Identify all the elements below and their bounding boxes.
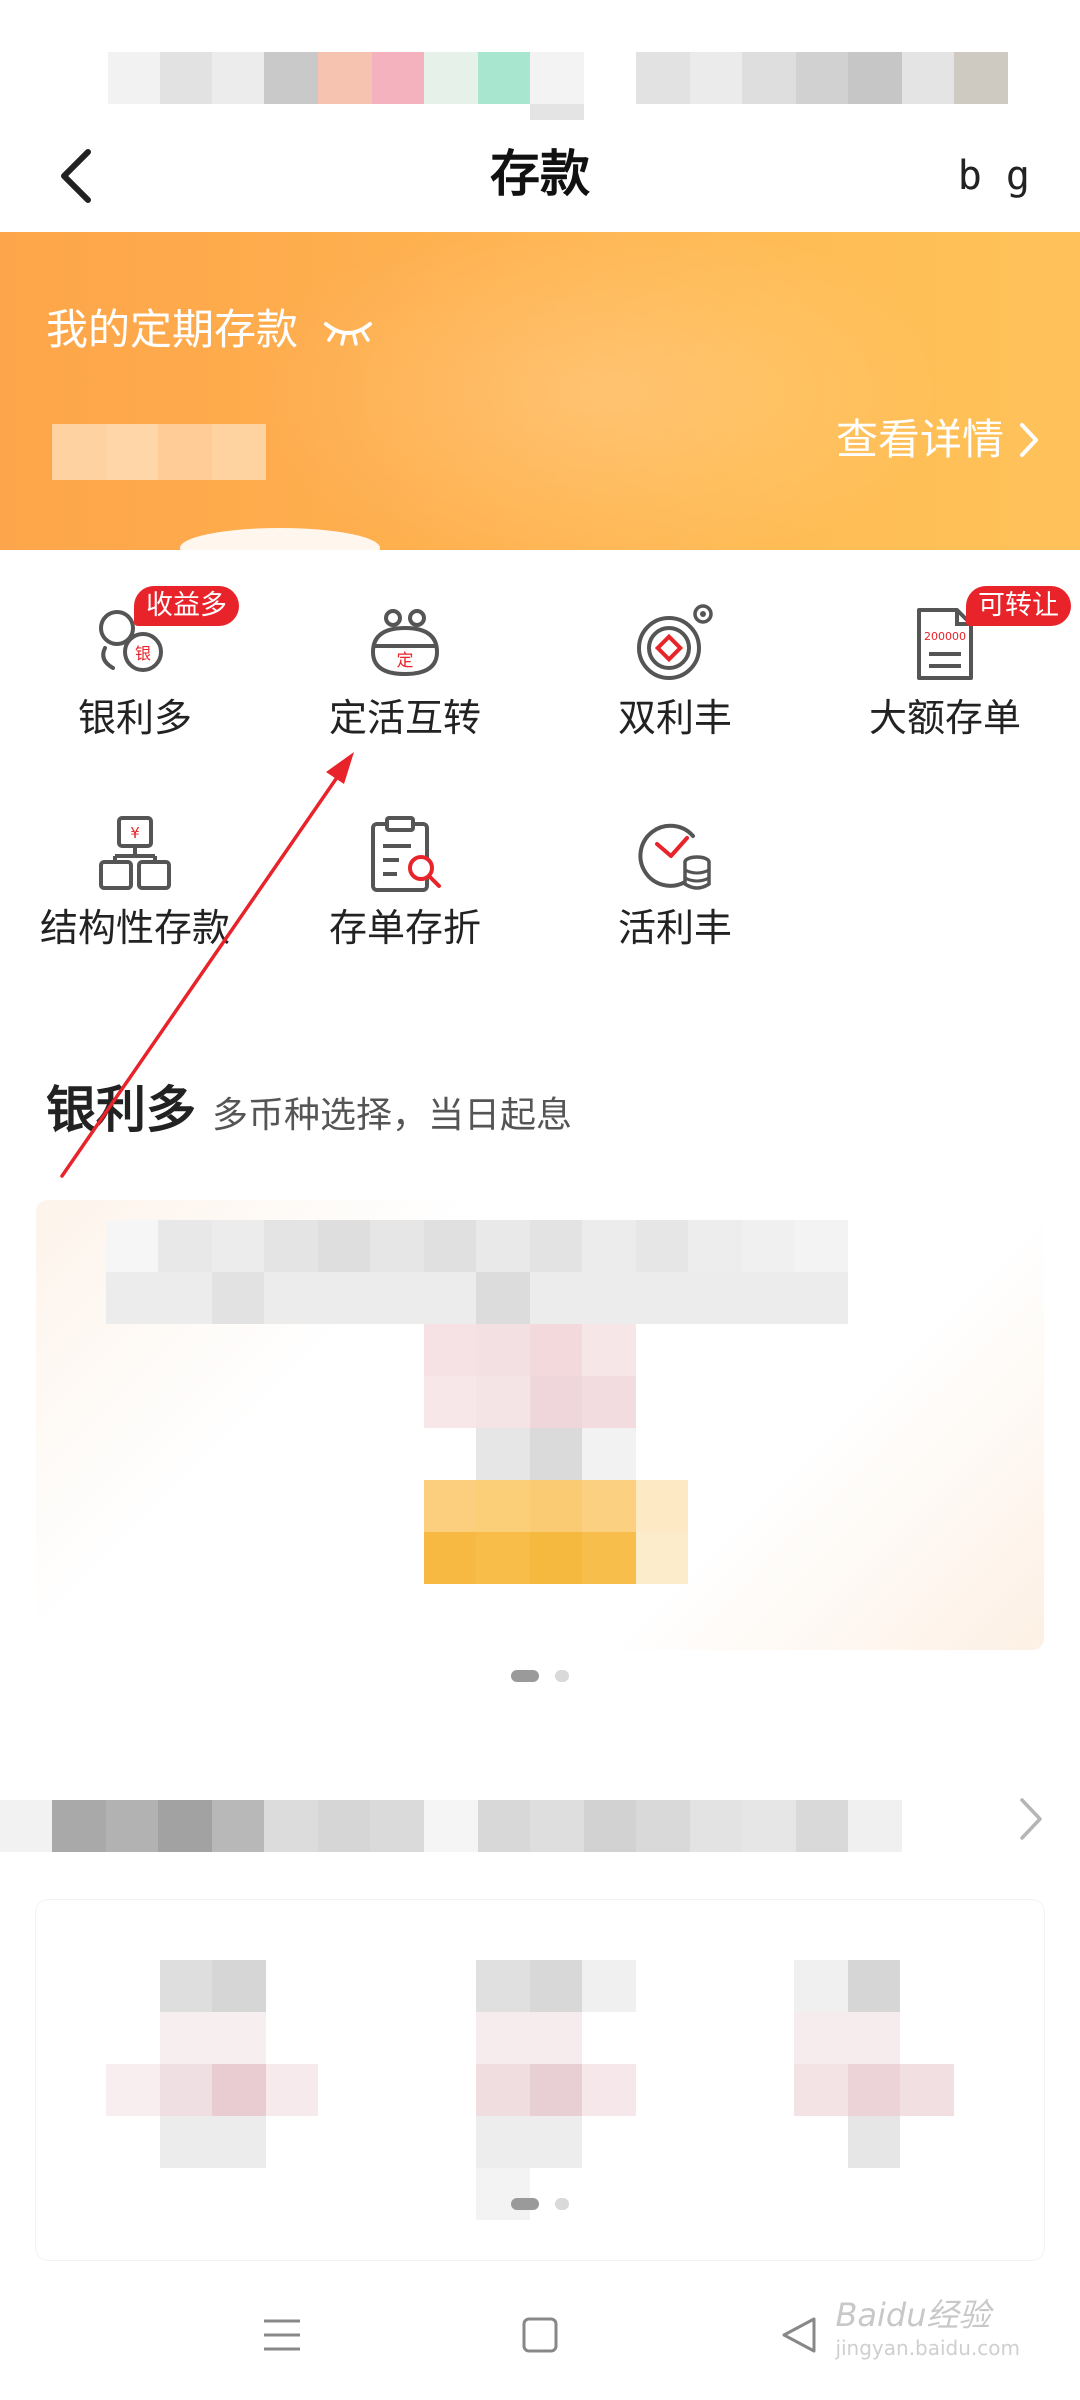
grid-item-shuanglifeng[interactable]: 双利丰 [540,580,810,770]
second-section-header[interactable] [0,1790,1080,1854]
banner-decoration [180,528,380,550]
purse-icon: 定 [370,609,440,677]
grid-item-label: 大额存单 [868,696,1021,740]
carousel-dot[interactable] [555,2198,569,2210]
passbook-search-icon [371,816,441,892]
structure-icon: ¥ [99,816,171,890]
eye-closed-icon[interactable] [322,314,374,348]
square-icon [522,2317,558,2353]
carousel-indicator-1 [0,1670,1080,1682]
grid-item-large-cd[interactable]: 200000 可转让 大额存单 [810,580,1080,770]
chevron-right-icon [1020,423,1038,457]
grid-item-label: 银利多 [77,696,192,740]
watermark-brand: Baidu经验 [835,2296,991,2334]
section-heading: 银利多 多币种选择，当日起息 [46,1070,572,1142]
product-card-carousel[interactable] [36,1200,1044,1650]
triangle-back-icon [782,2317,816,2353]
carousel-dot-active[interactable] [511,2198,539,2210]
grid-item-yinliduo[interactable]: 银 收益多 银利多 [0,580,270,770]
svg-text:200000: 200000 [924,630,966,643]
grid-item-label: 存单存折 [328,906,481,950]
watermark-url: jingyan.baidu.com [835,2336,1020,2360]
grid-item-dinghuo-huzhuan[interactable]: 定 定活互转 [270,580,540,770]
grid-item-label: 结构性存款 [39,906,230,950]
carousel-dot-active[interactable] [511,1670,539,1682]
svg-text:银: 银 [135,644,151,663]
double-coin-icon [637,604,713,680]
fixed-deposit-banner[interactable]: 我的定期存款 查看详情 [0,232,1080,550]
watermark: Baidu经验 jingyan.baidu.com [835,2290,1020,2360]
banner-shine [250,232,950,550]
chevron-right-icon [1020,1798,1042,1840]
grid-item-huolifeng[interactable]: 活利丰 [540,790,810,980]
badge-transferable: 可转让 [966,586,1071,626]
back-system-button[interactable] [770,2310,830,2360]
menu-button[interactable] [252,2310,312,2360]
hidden-balance [52,424,266,480]
status-bar [0,0,1080,126]
view-details-link[interactable]: 查看详情 [836,410,1040,470]
svg-text:定: 定 [397,651,414,671]
badge-high-yield: 收益多 [134,586,239,626]
view-details-label: 查看详情 [835,415,1004,464]
grid-item-label: 双利丰 [617,696,732,740]
grid-item-cd-passbook[interactable]: 存单存折 [270,790,540,980]
section-subtitle: 多币种选择，当日起息 [212,1095,573,1136]
grid-item-label: 活利丰 [617,906,732,950]
home-button[interactable] [510,2310,570,2360]
banner-title: 我的定期存款 [46,305,299,354]
grid-item-label: 定活互转 [328,696,481,740]
grid-item-structured-deposit[interactable]: ¥ 结构性存款 [0,790,270,980]
nav-right-action[interactable]: b g [958,142,1030,210]
carousel-indicator-2 [0,2198,1080,2210]
product-grid: 银 收益多 银利多 定 定活互转 双利丰 200000 可转让 大额存单 ¥ 结… [0,580,1080,1000]
svg-text:¥: ¥ [130,824,140,842]
section-title: 银利多 [46,1081,196,1139]
menu-icon [264,2319,300,2351]
nav-bar: 存款 b g [0,120,1080,232]
carousel-dot[interactable] [555,1670,569,1682]
page-title: 存款 [490,145,590,203]
clock-coin-icon [638,823,711,890]
